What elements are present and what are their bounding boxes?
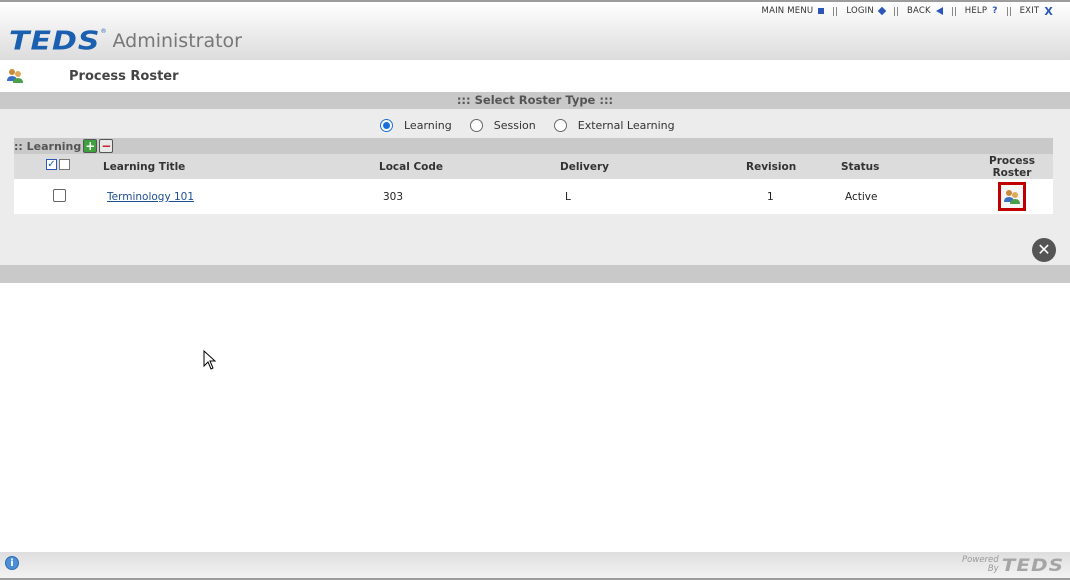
radio-session-label: Session: [493, 119, 536, 132]
exit-label: EXIT: [1019, 6, 1040, 16]
col-status[interactable]: Status: [841, 161, 879, 173]
exit-x-icon: X: [1044, 4, 1053, 18]
learning-section-header: :: Learning + −: [14, 138, 1053, 154]
back-link[interactable]: BACK: [898, 6, 952, 16]
roster-type-radios: Learning Session External Learning: [380, 119, 693, 132]
back-arrow-icon: [935, 7, 943, 15]
col-process-roster-line2: Roster: [992, 167, 1032, 179]
col-revision[interactable]: Revision: [746, 161, 796, 173]
page-title-row: Process Roster: [0, 60, 1070, 92]
radio-external-learning-label: External Learning: [577, 119, 675, 132]
main-menu-link[interactable]: MAIN MENU: [753, 6, 834, 16]
col-process-roster: Process Roster: [984, 155, 1040, 179]
radio-external-learning-input[interactable]: [553, 119, 567, 132]
cell-delivery: L: [565, 191, 571, 203]
login-link[interactable]: LOGIN: [837, 6, 894, 16]
radio-learning-label: Learning: [404, 119, 452, 132]
process-roster-button[interactable]: [998, 182, 1026, 211]
powered-by-teds: Powered By TEDS: [962, 553, 1064, 577]
cell-local-code: 303: [383, 191, 404, 203]
select-all-checkbox[interactable]: ✓: [46, 159, 57, 170]
roster-type-heading: ::: Select Roster Type :::: [0, 92, 1070, 109]
table-header: ✓ Learning Title Local Code Delivery Rev…: [14, 154, 1053, 179]
app-name: Administrator: [112, 30, 242, 52]
cell-status: Active: [845, 191, 878, 203]
radio-learning[interactable]: Learning: [380, 119, 452, 132]
add-learning-button[interactable]: +: [83, 139, 98, 153]
table-row: Terminology 101 303 L 1 Active: [14, 179, 1053, 214]
logo-wordmark: TEDS: [9, 26, 101, 56]
main-menu-square-icon: [818, 8, 825, 14]
help-question-icon: ?: [992, 6, 998, 16]
login-label: LOGIN: [846, 6, 874, 16]
col-learning-title[interactable]: Learning Title: [103, 161, 185, 173]
back-label: BACK: [906, 6, 931, 16]
help-label: HELP: [964, 6, 988, 16]
close-icon[interactable]: ✕: [1032, 238, 1056, 262]
page-footer: i Powered By TEDS: [0, 552, 1070, 580]
powered-by-text: Powered By: [962, 556, 999, 574]
process-roster-icon: [1004, 189, 1020, 204]
col-delivery[interactable]: Delivery: [560, 161, 609, 173]
radio-learning-input[interactable]: [380, 119, 393, 132]
learning-title-link[interactable]: Terminology 101: [107, 191, 194, 203]
logo-registered-mark: ®: [100, 28, 107, 35]
radio-session[interactable]: Session: [469, 119, 536, 132]
radio-session-input[interactable]: [469, 119, 483, 132]
col-local-code[interactable]: Local Code: [379, 161, 443, 173]
deselect-all-checkbox[interactable]: [59, 159, 70, 170]
by-line: By: [987, 564, 999, 574]
col-process-roster-line1: Process: [989, 155, 1035, 167]
cell-revision: 1: [767, 191, 774, 203]
learning-section-title: :: Learning: [14, 139, 82, 153]
page-title: Process Roster: [69, 69, 179, 84]
remove-learning-button[interactable]: −: [99, 139, 114, 153]
row-select-checkbox[interactable]: [53, 189, 66, 202]
users-roster-icon: [7, 69, 23, 83]
help-link[interactable]: HELP ?: [956, 6, 1007, 16]
exit-link[interactable]: EXIT X: [1011, 5, 1062, 18]
teds-logo: TEDS ® Administrator: [9, 26, 242, 56]
mouse-cursor-icon: [203, 350, 216, 370]
login-diamond-icon: [877, 6, 887, 16]
top-menu: MAIN MENU LOGIN BACK HELP ? EXIT X: [753, 5, 1062, 18]
footer-logo: TEDS: [1001, 554, 1064, 576]
top-header: MAIN MENU LOGIN BACK HELP ? EXIT X TEDS …: [0, 0, 1070, 60]
select-all-controls: ✓: [46, 159, 70, 170]
radio-external-learning[interactable]: External Learning: [553, 119, 675, 132]
info-icon[interactable]: i: [5, 556, 19, 570]
roster-content: Learning Session External Learning :: Le…: [0, 109, 1070, 265]
section-footer-bar: [0, 265, 1070, 283]
main-menu-label: MAIN MENU: [761, 6, 814, 16]
